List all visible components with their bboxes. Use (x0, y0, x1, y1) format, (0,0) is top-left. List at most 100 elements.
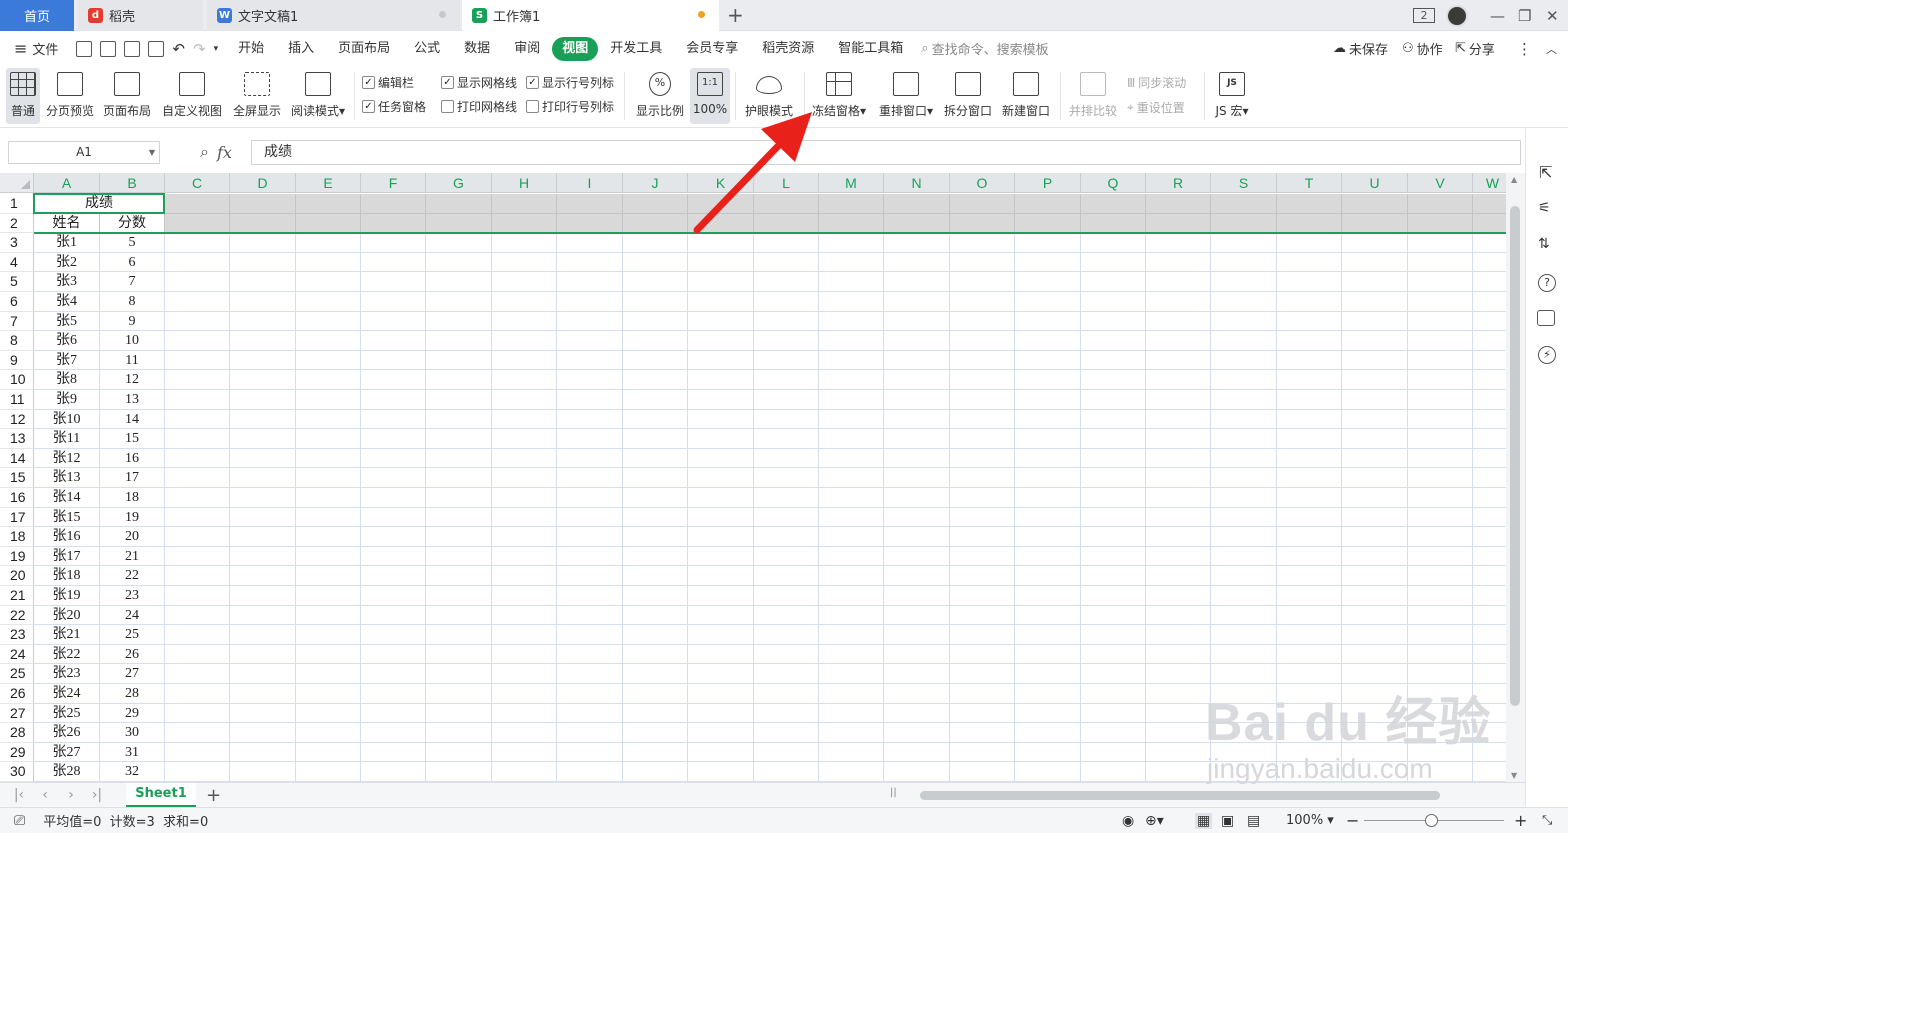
window-count-button[interactable]: 2 (1413, 0, 1435, 31)
column-header-p[interactable]: P (1015, 173, 1081, 193)
empty-cell[interactable] (426, 233, 492, 253)
empty-cell[interactable] (884, 742, 950, 763)
empty-cell[interactable] (1342, 409, 1408, 430)
empty-cell[interactable] (296, 723, 361, 743)
empty-cell[interactable] (754, 703, 819, 724)
empty-cell[interactable] (165, 350, 230, 371)
empty-cell[interactable] (492, 762, 557, 782)
empty-cell[interactable] (754, 684, 819, 704)
empty-cell[interactable] (426, 546, 492, 567)
empty-cell[interactable] (1146, 684, 1211, 704)
empty-cell[interactable] (1408, 390, 1473, 410)
empty-cell[interactable] (1015, 664, 1081, 684)
table-cell[interactable]: 张5 (34, 311, 100, 332)
empty-cell[interactable] (426, 311, 492, 332)
empty-cell[interactable] (1277, 644, 1342, 665)
empty-cell[interactable] (165, 566, 230, 586)
file-menu[interactable]: ≡ 文件 (14, 39, 58, 58)
empty-cell[interactable] (230, 586, 296, 606)
empty-cell[interactable] (688, 507, 754, 528)
column-header-d[interactable]: D (230, 173, 296, 193)
empty-cell[interactable] (361, 625, 426, 645)
empty-cell[interactable] (1146, 311, 1211, 332)
empty-cell[interactable] (1408, 409, 1473, 430)
table-cell[interactable]: 张25 (34, 703, 100, 724)
empty-cell[interactable] (1342, 272, 1408, 292)
empty-cell[interactable] (1081, 252, 1146, 273)
empty-cell[interactable] (557, 272, 623, 292)
empty-cell[interactable] (754, 605, 819, 626)
empty-cell[interactable] (950, 625, 1015, 645)
table-cell[interactable]: 张15 (34, 507, 100, 528)
empty-cell[interactable] (1015, 742, 1081, 763)
empty-cell[interactable] (426, 194, 492, 214)
empty-cell[interactable] (1473, 370, 1506, 390)
empty-cell[interactable] (1146, 546, 1211, 567)
empty-cell[interactable] (1081, 507, 1146, 528)
empty-cell[interactable] (1473, 586, 1506, 606)
empty-cell[interactable] (230, 723, 296, 743)
empty-cell[interactable] (688, 644, 754, 665)
table-cell[interactable]: 张6 (34, 331, 100, 351)
empty-cell[interactable] (426, 390, 492, 410)
table-cell[interactable]: 26 (100, 644, 165, 665)
empty-cell[interactable] (1146, 252, 1211, 273)
empty-cell[interactable] (230, 350, 296, 371)
empty-cell[interactable] (557, 370, 623, 390)
empty-cell[interactable] (165, 252, 230, 273)
empty-cell[interactable] (230, 566, 296, 586)
empty-cell[interactable] (884, 272, 950, 292)
export-pdf-icon[interactable] (100, 40, 117, 57)
side-by-side-button[interactable]: 并排比较 (1066, 68, 1120, 124)
empty-cell[interactable] (361, 546, 426, 567)
restore-icon[interactable]: ❐ (1518, 0, 1531, 31)
row-header[interactable]: 16 (0, 488, 34, 508)
empty-cell[interactable] (1473, 253, 1506, 273)
empty-cell[interactable] (492, 448, 557, 469)
fullscreen-button[interactable]: 全屏显示 (230, 68, 284, 124)
empty-cell[interactable] (1211, 370, 1277, 390)
empty-cell[interactable] (492, 644, 557, 665)
empty-cell[interactable] (623, 468, 688, 488)
empty-cell[interactable] (1015, 350, 1081, 371)
empty-cell[interactable] (623, 625, 688, 645)
empty-cell[interactable] (1081, 566, 1146, 586)
empty-cell[interactable] (950, 331, 1015, 351)
empty-cell[interactable] (557, 742, 623, 763)
empty-cell[interactable] (492, 664, 557, 684)
empty-cell[interactable] (1408, 488, 1473, 508)
empty-cell[interactable] (819, 194, 884, 214)
empty-cell[interactable] (1015, 703, 1081, 724)
empty-cell[interactable] (623, 527, 688, 547)
column-header-k[interactable]: K (688, 173, 754, 193)
empty-cell[interactable] (296, 527, 361, 547)
empty-cell[interactable] (623, 213, 688, 234)
empty-cell[interactable] (1408, 527, 1473, 547)
empty-cell[interactable] (819, 625, 884, 645)
column-header-l[interactable]: L (754, 173, 819, 193)
empty-cell[interactable] (754, 448, 819, 469)
row-header[interactable]: 20 (0, 566, 34, 586)
eye-protection-toggle-icon[interactable]: ◉ (1122, 813, 1134, 829)
close-icon[interactable]: ✕ (1546, 0, 1559, 31)
menu-page-layout[interactable]: 页面布局 (326, 37, 402, 61)
empty-cell[interactable] (361, 586, 426, 606)
new-tab-button[interactable]: + (727, 3, 744, 27)
empty-cell[interactable] (819, 331, 884, 351)
empty-cell[interactable] (688, 194, 754, 214)
add-sheet-icon[interactable]: + (206, 785, 221, 806)
empty-cell[interactable] (623, 684, 688, 704)
column-header-i[interactable]: I (557, 173, 623, 193)
empty-cell[interactable] (1408, 350, 1473, 371)
empty-cell[interactable] (1081, 331, 1146, 351)
table-cell[interactable]: 张26 (34, 723, 100, 743)
column-header-o[interactable]: O (950, 173, 1015, 193)
empty-cell[interactable] (426, 527, 492, 547)
expand-icon[interactable]: ⤡ (1542, 813, 1552, 828)
empty-cell[interactable] (1342, 331, 1408, 351)
empty-cell[interactable] (688, 684, 754, 704)
empty-cell[interactable] (884, 331, 950, 351)
empty-cell[interactable] (557, 762, 623, 782)
empty-cell[interactable] (296, 370, 361, 390)
empty-cell[interactable] (492, 350, 557, 371)
